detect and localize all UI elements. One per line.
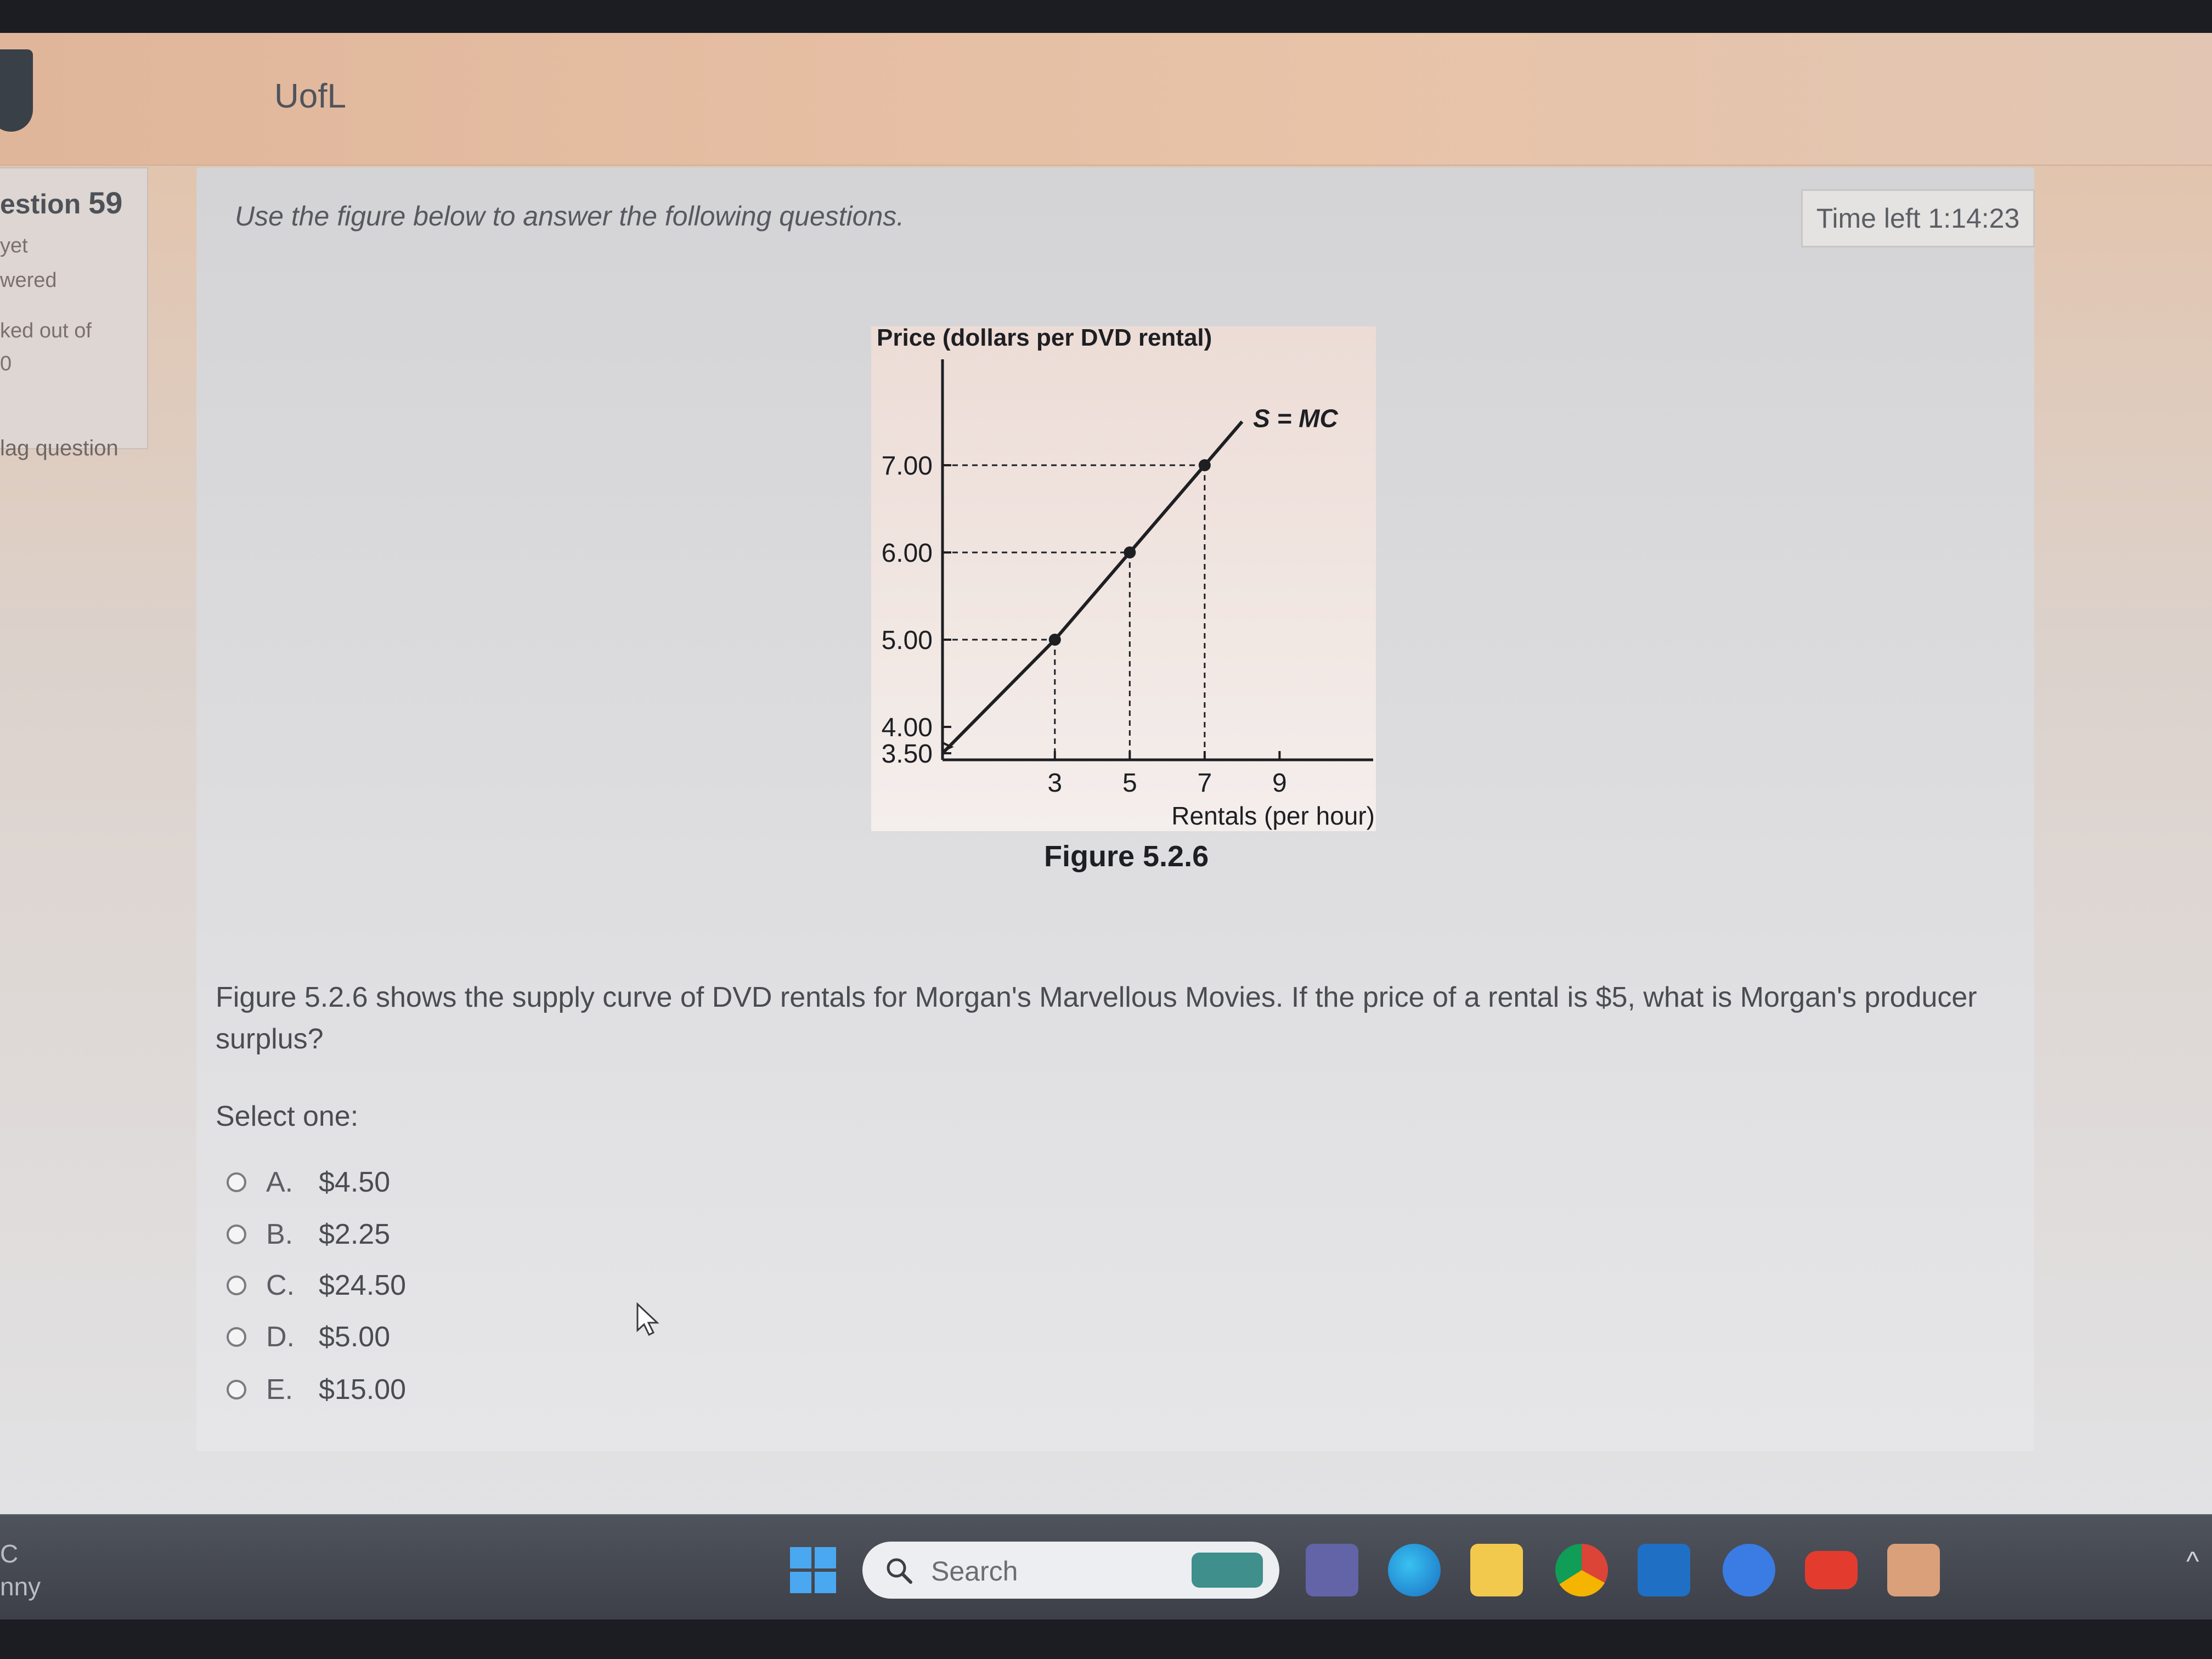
y-tick-label: 3.50 xyxy=(882,740,933,769)
supply-curve-chart: 7.00 6.00 5.00 4.003.50 3 5 7 9 Price (dollars … xyxy=(877,326,1375,830)
question-content: Use the figure below to answer the follo… xyxy=(196,167,2035,1451)
radio-button[interactable] xyxy=(227,1224,246,1244)
taskbar-left-widget[interactable]: C nny xyxy=(0,1537,41,1603)
site-name[interactable]: UofL xyxy=(274,77,346,116)
screen: UofL estion 59 yet wered ked out of 0 la… xyxy=(0,33,2212,1620)
answer-option-b[interactable]: B. $2.25 xyxy=(227,1215,390,1254)
answer-option-e[interactable]: E. $15.00 xyxy=(227,1370,406,1409)
flag-question-link[interactable]: lag question xyxy=(0,436,119,461)
option-letter: A. xyxy=(266,1166,294,1198)
windows-taskbar: C nny Search ^ xyxy=(0,1514,2212,1620)
search-placeholder: Search xyxy=(931,1556,1018,1587)
x-axis-label: Rentals (per hour) xyxy=(1171,802,1375,830)
option-value: $5.00 xyxy=(319,1321,391,1353)
radio-button[interactable] xyxy=(227,1172,246,1192)
instructions-text: Use the figure below to answer the follo… xyxy=(235,201,905,232)
facebook-icon[interactable] xyxy=(1723,1544,1775,1596)
select-one-label: Select one: xyxy=(216,1101,359,1132)
supply-point xyxy=(1124,546,1136,558)
y-tick-label: 4.00 xyxy=(882,713,933,742)
time-left-display: Time left 1:14:23 xyxy=(1801,189,2035,247)
question-word: estion xyxy=(0,189,81,219)
status-line-2: wered xyxy=(0,269,57,292)
chevron-up-icon[interactable]: ^ xyxy=(2186,1545,2199,1577)
top-navbar: UofL xyxy=(0,33,2212,166)
supply-point xyxy=(1198,459,1211,471)
x-tick-label: 7 xyxy=(1197,769,1212,798)
y-tick-label: 6.00 xyxy=(882,539,933,568)
taskbar-search-box[interactable]: Search xyxy=(862,1542,1279,1599)
status-line-1: yet xyxy=(0,234,28,257)
figure-caption: Figure 5.2.6 xyxy=(1044,840,1209,873)
answer-option-a[interactable]: A. $4.50 xyxy=(227,1163,390,1201)
university-logo[interactable] xyxy=(0,49,33,132)
teams-icon[interactable] xyxy=(1306,1544,1358,1596)
option-letter: C. xyxy=(266,1269,295,1301)
question-info-panel: estion 59 yet wered ked out of 0 lag que… xyxy=(0,167,148,460)
supply-curve-figure: 7.00 6.00 5.00 4.00 3.50 3 5 7 9 Price (dollars … xyxy=(871,326,1376,831)
app-icon[interactable] xyxy=(1887,1544,1940,1596)
outlook-icon[interactable] xyxy=(1638,1544,1690,1596)
option-value: $24.50 xyxy=(319,1269,407,1301)
x-tick-label: 3 xyxy=(1047,769,1062,798)
y-tick-label: 5.00 xyxy=(882,626,933,655)
taskbar-left-line-1: C xyxy=(0,1539,19,1568)
radio-button[interactable] xyxy=(227,1380,246,1400)
y-axis-label: Price (dollars per DVD rental) xyxy=(877,326,1212,351)
answer-option-c[interactable]: C. $24.50 xyxy=(227,1266,406,1305)
option-value: $15.00 xyxy=(319,1374,407,1406)
curve-label: S = MC xyxy=(1253,404,1338,433)
supply-curve-line xyxy=(941,420,1244,755)
marks-line-2: 0 xyxy=(0,352,12,375)
option-letter: D. xyxy=(266,1321,295,1353)
option-value: $4.50 xyxy=(319,1166,391,1198)
option-letter: E. xyxy=(266,1374,294,1406)
supply-point xyxy=(1048,634,1061,646)
taskbar-left-line-2: nny xyxy=(0,1572,41,1601)
radio-button[interactable] xyxy=(227,1276,246,1295)
windows-start-icon[interactable] xyxy=(790,1547,836,1593)
youtube-icon[interactable] xyxy=(1805,1551,1858,1589)
radio-button[interactable] xyxy=(227,1327,246,1347)
question-text: Figure 5.2.6 shows the supply curve of D… xyxy=(216,981,1977,1055)
answer-option-d[interactable]: D. $5.00 xyxy=(227,1318,390,1356)
mouse-cursor-icon xyxy=(636,1302,659,1336)
marks-line-1: ked out of xyxy=(0,319,92,342)
file-explorer-icon[interactable] xyxy=(1470,1544,1523,1596)
question-number: 59 xyxy=(88,185,123,220)
option-value: $2.25 xyxy=(319,1218,391,1250)
question-number-label: estion 59 xyxy=(0,185,122,221)
search-icon xyxy=(887,1558,912,1584)
x-tick-label: 9 xyxy=(1272,769,1287,798)
search-highlight-icon xyxy=(1192,1553,1263,1588)
option-letter: B. xyxy=(266,1218,294,1250)
edge-icon[interactable] xyxy=(1388,1544,1441,1596)
chrome-icon[interactable] xyxy=(1555,1544,1608,1596)
x-tick-label: 5 xyxy=(1122,769,1137,798)
y-tick-label: 7.00 xyxy=(882,452,933,481)
